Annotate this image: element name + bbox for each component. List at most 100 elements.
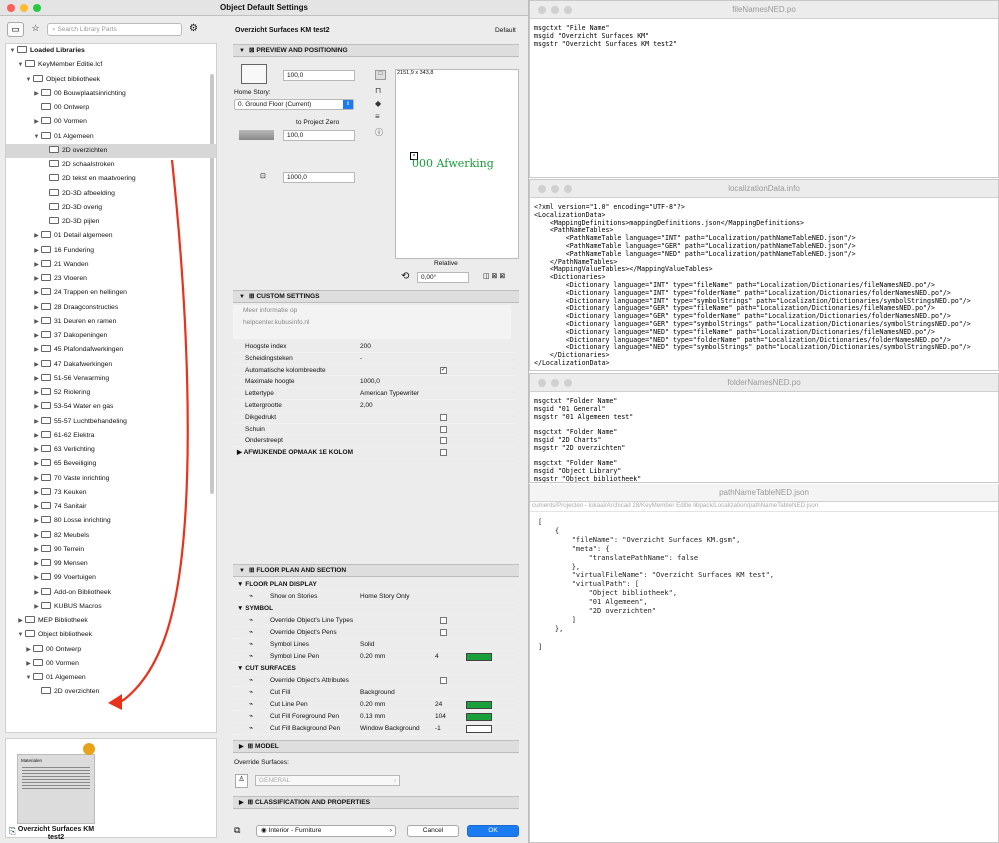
tree-item[interactable]: 2D overzichten <box>6 685 216 699</box>
tree-item[interactable]: ▶ MEP Bibliotheek <box>6 614 216 628</box>
tree-item[interactable]: 2D-3D pijlen <box>6 215 216 229</box>
mirror-icons[interactable]: ◫ ⊠ ⊠ <box>483 272 505 280</box>
param-row[interactable]: Dikgedrukt <box>233 412 515 424</box>
checkbox[interactable]: ✓ <box>440 366 447 374</box>
tree-item[interactable]: ▶ 99 Mensen <box>6 557 216 571</box>
tree-item[interactable]: ▶ 28 Draagconstructies <box>6 301 216 315</box>
setting-row[interactable]: Override Object's Attributes ⌁ <box>233 675 515 687</box>
pen-swatch[interactable] <box>466 725 492 733</box>
tree-item[interactable]: 2D tekst en maatvoering <box>6 172 216 186</box>
section-model[interactable]: ▶ ⊞ MODEL <box>233 740 519 753</box>
tree-item[interactable]: ▶ 24 Trappen en hellingen <box>6 286 216 300</box>
tree-item[interactable]: 2D overzichten <box>6 143 216 158</box>
chevron-right-icon[interactable]: ▶ <box>32 586 41 600</box>
param-row[interactable]: Lettergrootte 2,00 <box>233 400 515 412</box>
tree-item[interactable]: ▶ 65 Beveiliging <box>6 457 216 471</box>
setting-value[interactable]: 0.13 mm <box>360 711 385 723</box>
checkbox[interactable] <box>440 677 447 684</box>
chevron-right-icon[interactable]: ▶ <box>32 315 41 329</box>
tree-item[interactable]: ▶ 61-62 Elektra <box>6 429 216 443</box>
angle-field[interactable]: 0,00° <box>417 272 469 283</box>
folder-view-icon[interactable]: ▭ <box>7 21 24 37</box>
chevron-right-icon[interactable]: ▶ <box>32 457 41 471</box>
code-area[interactable]: msgctxt "Folder Name" msgid "01 General" m… <box>530 392 998 482</box>
chevron-right-icon[interactable]: ▶ <box>32 472 41 486</box>
chevron-right-icon[interactable]: ▶ <box>32 514 41 528</box>
tree-item[interactable]: ▶ 74 Sanitair <box>6 500 216 514</box>
info-link[interactable]: helpcenter.kubusinfo.nl <box>243 319 310 326</box>
chevron-right-icon[interactable]: ▶ <box>32 329 41 343</box>
tree-item[interactable]: ▶ 37 Dakopeningen <box>6 329 216 343</box>
tree-item[interactable]: ▼ Loaded Libraries <box>6 44 216 58</box>
setting-row[interactable]: Cut Fill Background Pen ⌁ Window Backgroun… <box>233 723 515 735</box>
tree-item[interactable]: ▼ Object bibliotheek <box>6 628 216 642</box>
chevron-right-icon[interactable]: ▶ <box>32 358 41 372</box>
setting-row[interactable]: Override Object's Line Types ⌁ <box>233 615 515 627</box>
tree-item[interactable]: ▼ 01 Algemeen <box>6 130 216 144</box>
tree-item[interactable]: ▶ 70 Vaste inrichting <box>6 472 216 486</box>
group-header[interactable]: ▼ CUT SURFACES <box>233 663 515 675</box>
tree-item[interactable]: ▶ 53-54 Water en gas <box>6 400 216 414</box>
setting-value[interactable]: Solid <box>360 639 374 651</box>
chevron-right-icon[interactable]: ▶ <box>16 614 25 628</box>
code-area[interactable]: msgctxt "File Name" msgid "Overzicht Surf… <box>530 19 998 54</box>
favorites-star-icon[interactable]: ☆ <box>27 22 44 37</box>
tree-item[interactable]: ▶ 63 Verlichting <box>6 443 216 457</box>
section-classification[interactable]: ▶ ⊞ CLASSIFICATION AND PROPERTIES <box>233 796 519 809</box>
section-floor-plan[interactable]: ▼ ⊞ FLOOR PLAN AND SECTION <box>233 564 519 577</box>
tree-item[interactable]: ▶ 00 Ontwerp <box>6 643 216 657</box>
zoom-button[interactable] <box>33 4 41 12</box>
tree-item[interactable]: ▶ 01 Detail algemeen <box>6 229 216 243</box>
chevron-right-icon[interactable]: ▶ <box>32 272 41 286</box>
tree-item[interactable]: ▶ 16 Fundering <box>6 244 216 258</box>
setting-row[interactable]: Symbol Line Pen ⌁ 0.20 mm 4 <box>233 651 515 663</box>
tree-item[interactable]: ▶ 55-57 Luchtbehandeling <box>6 415 216 429</box>
gear-icon[interactable]: ⚙ <box>185 22 202 37</box>
tree-item[interactable]: ▶ 80 Losse inrichting <box>6 514 216 528</box>
chevron-right-icon[interactable]: ▶ <box>24 657 33 671</box>
setting-value[interactable]: 0.20 mm <box>360 651 385 663</box>
search-input[interactable]: ⌕ Search Library Parts <box>47 22 182 36</box>
library-manager-icon[interactable]: ⎘ <box>9 826 16 837</box>
tree-item[interactable]: ▶ KUBUS Macros <box>6 600 216 614</box>
setting-value[interactable]: Background <box>360 687 395 699</box>
setting-value[interactable]: Home Story Only <box>360 591 410 603</box>
param-value[interactable]: 1000,0 <box>360 376 380 388</box>
chevron-down-icon[interactable]: ▼ <box>24 671 33 685</box>
home-story-select[interactable]: 0. Ground Floor (Current) ⇕ <box>234 99 354 110</box>
code-area[interactable]: <?xml version="1.0" encoding="UTF-8"?> <L… <box>530 198 998 370</box>
chevron-right-icon[interactable]: ▶ <box>32 529 41 543</box>
param-row[interactable]: ▶ AFWIJKENDE OPMAAK 1E KOLOM <box>233 447 515 459</box>
param-row[interactable]: Lettertype American Typewriter <box>233 388 515 400</box>
preview-thumbnail[interactable]: Materialen <box>17 754 95 824</box>
tree-item[interactable]: ▶ 52 Riolering <box>6 386 216 400</box>
chevron-down-icon[interactable]: ▼ <box>32 130 41 144</box>
layer-select[interactable]: ◉ Interior - Furniture › <box>256 825 396 837</box>
tree-item[interactable]: ▶ 00 Bouwplaatsinrichting <box>6 87 216 101</box>
checkbox[interactable] <box>440 425 447 433</box>
chevron-down-icon[interactable]: ▼ <box>8 44 17 58</box>
section-preview-positioning[interactable]: ▼ ⊠ PREVIEW AND POSITIONING <box>233 44 519 57</box>
pen-number[interactable]: 4 <box>435 651 439 663</box>
param-row[interactable]: Onderstreept <box>233 435 515 448</box>
tree-item[interactable]: ▶ 90 Terrein <box>6 543 216 557</box>
info-icon[interactable]: ⓘ <box>375 127 383 138</box>
group-header[interactable]: ▼ FLOOR PLAN DISPLAY <box>233 579 515 591</box>
tree-item[interactable]: ▼ KeyMember Editie.lcf <box>6 58 216 72</box>
param-row[interactable]: Scheidingsteken - <box>233 353 515 365</box>
chevron-right-icon[interactable]: ▶ <box>32 87 41 101</box>
setting-value[interactable]: 0.20 mm <box>360 699 385 711</box>
chevron-right-icon[interactable]: ▶ <box>32 286 41 300</box>
chevron-right-icon[interactable]: ▶ <box>32 486 41 500</box>
param-row[interactable]: Automatische kolombreedte ✓ <box>233 365 515 377</box>
setting-row[interactable]: Override Object's Pens ⌁ <box>233 627 515 639</box>
tree-item[interactable]: ▼ Object bibliotheek <box>6 73 216 87</box>
setting-row[interactable]: Cut Fill ⌁ Background <box>233 687 515 699</box>
pen-swatch[interactable] <box>466 713 492 721</box>
chevron-right-icon[interactable]: ▶ <box>32 244 41 258</box>
tree-item[interactable]: ▶ 23 Vloeren <box>6 272 216 286</box>
elevation-view-icon[interactable]: ⊓ <box>375 86 381 95</box>
section-custom-settings[interactable]: ▼ ⊞ CUSTOM SETTINGS <box>233 290 519 303</box>
chevron-right-icon[interactable]: ▶ <box>32 386 41 400</box>
tree-item[interactable]: ▶ 31 Deuren en ramen <box>6 315 216 329</box>
